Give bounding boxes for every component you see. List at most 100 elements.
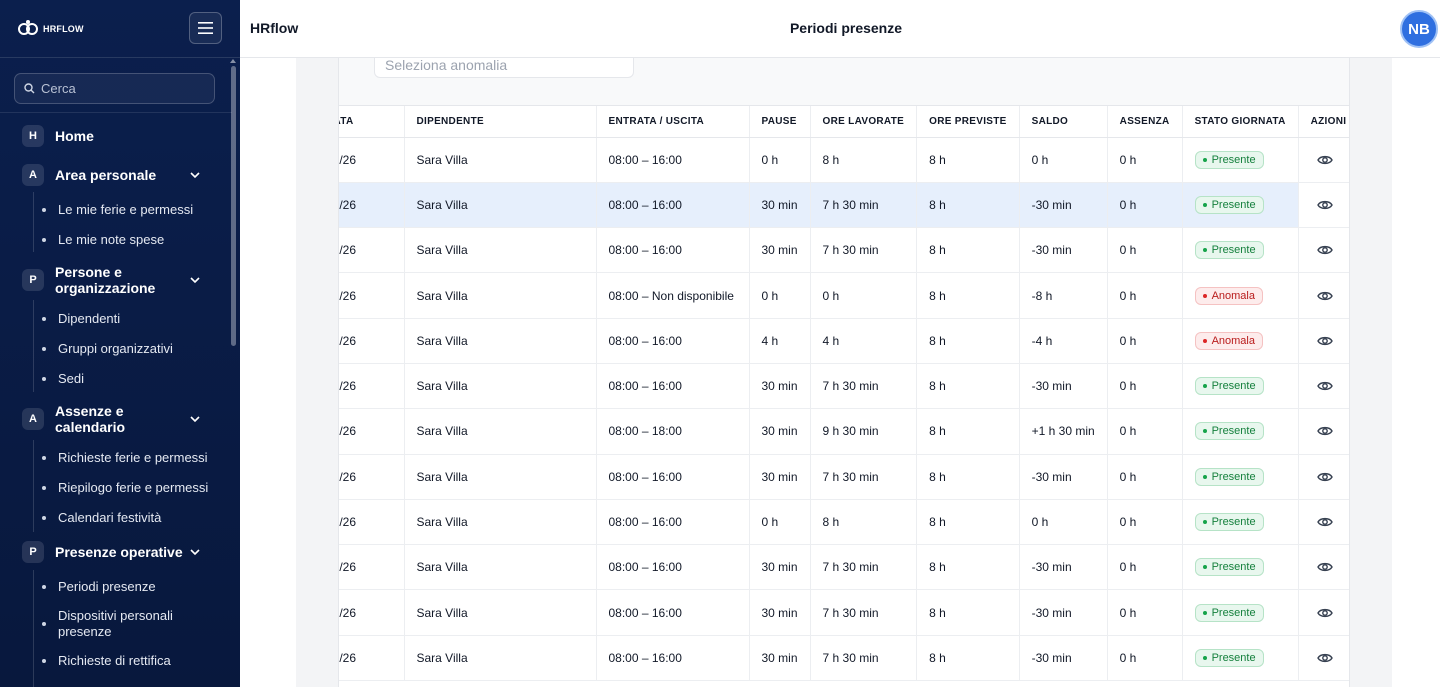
- bullet: [42, 516, 46, 520]
- sub-item-riepilogo-ferie[interactable]: Riepilogo ferie e permessi: [42, 480, 208, 496]
- cell-date: 04/26: [339, 272, 405, 319]
- status-dot: [1202, 384, 1207, 389]
- sub-item-label: Periodi presenze: [58, 579, 156, 594]
- eye-icon[interactable]: [1316, 288, 1333, 304]
- column-header[interactable]: ORE LAVORATE: [810, 106, 918, 138]
- table-row[interactable]: 04/26Sara Villa08:00 – 16:0030 min7 h 30…: [339, 227, 1349, 274]
- sub-item-note-spese[interactable]: Le mie note spese: [42, 232, 164, 248]
- column-header[interactable]: DATA: [339, 106, 405, 138]
- nav-item-home[interactable]: H Home: [22, 125, 94, 147]
- column-header[interactable]: STATO GIORNATA: [1182, 106, 1299, 138]
- sidebar-scrollbar[interactable]: [231, 66, 236, 346]
- eye-icon[interactable]: [1316, 650, 1333, 666]
- table-row[interactable]: 04/26Sara Villa08:00 – Non disponibile0 …: [339, 272, 1349, 319]
- sub-item-sedi[interactable]: Sedi: [42, 371, 84, 387]
- chevron-down-icon[interactable]: [190, 414, 200, 424]
- cell-employee: Sara Villa: [404, 454, 597, 500]
- cell-date: 04/26: [339, 137, 405, 183]
- sub-item-gruppi[interactable]: Gruppi organizzativi: [42, 341, 173, 357]
- table-row[interactable]: 04/26Sara Villa08:00 – 16:000 h8 h8 h0 h…: [339, 499, 1349, 546]
- eye-icon[interactable]: [1316, 514, 1333, 530]
- nav-item-presenze[interactable]: P Presenze operative: [22, 541, 183, 563]
- bullet: [42, 622, 46, 626]
- cell-status: Anomala: [1182, 318, 1299, 364]
- nav-item-area-personale[interactable]: A Area personale: [22, 164, 156, 186]
- eye-icon[interactable]: [1316, 559, 1333, 575]
- eye-icon[interactable]: [1316, 242, 1333, 258]
- cell-balance: -30 min: [1019, 227, 1108, 274]
- logo-text: HRFLOW: [43, 23, 84, 34]
- eye-icon[interactable]: [1316, 197, 1333, 213]
- cell-absence: 0 h: [1107, 635, 1183, 682]
- user-avatar[interactable]: NB: [1400, 10, 1438, 48]
- status-dot: [1202, 565, 1207, 570]
- search-input[interactable]: [41, 81, 201, 96]
- table-row[interactable]: 04/26Sara Villa08:00 – 16:0030 min7 h 30…: [339, 363, 1349, 410]
- column-header[interactable]: PAUSE: [749, 106, 811, 138]
- cell-worked: 8 h: [810, 499, 918, 546]
- eye-icon[interactable]: [1316, 605, 1333, 621]
- column-header[interactable]: SALDO: [1019, 106, 1108, 138]
- table-row[interactable]: 04/26Sara Villa08:00 – 16:000 h8 h8 h0 h…: [339, 137, 1349, 183]
- sub-item-calendari[interactable]: Calendari festività: [42, 510, 161, 526]
- bullet: [42, 486, 46, 490]
- cell-actions: [1298, 499, 1349, 546]
- cell-inout: 08:00 – 16:00: [596, 363, 750, 410]
- sub-item-dispositivi[interactable]: Dispositivi personali presenze: [42, 608, 192, 640]
- eye-icon[interactable]: [1316, 152, 1333, 168]
- eye-icon[interactable]: [1316, 469, 1333, 485]
- menu-toggle-button[interactable]: [189, 12, 222, 44]
- logo[interactable]: HRFLOW: [17, 18, 84, 40]
- sub-item-periodi-presenze[interactable]: Periodi presenze: [42, 579, 156, 595]
- cell-worked: 7 h 30 min: [810, 544, 918, 591]
- chevron-down-icon[interactable]: [190, 547, 200, 557]
- cell-date: 04/26: [339, 363, 405, 410]
- table-row[interactable]: 04/26Sara Villa08:00 – 16:004 h4 h8 h-4 …: [339, 318, 1349, 364]
- cell-status: Presente: [1182, 363, 1299, 410]
- cell-planned: 8 h: [916, 408, 1020, 455]
- cell-inout: 08:00 – 16:00: [596, 589, 750, 636]
- cell-absence: 0 h: [1107, 137, 1183, 183]
- sub-item-mie-ferie[interactable]: Le mie ferie e permessi: [42, 202, 193, 218]
- table-row[interactable]: 04/26Sara Villa08:00 – 16:0030 min7 h 30…: [339, 182, 1349, 229]
- sub-item-rettifica[interactable]: Richieste di rettifica: [42, 653, 171, 669]
- sub-item-dipendenti[interactable]: Dipendenti: [42, 311, 120, 327]
- sub-item-label: Calendari festività: [58, 510, 162, 525]
- scroll-up-arrow[interactable]: [230, 59, 236, 63]
- table-row[interactable]: 04/26Sara Villa08:00 – 18:0030 min9 h 30…: [339, 408, 1349, 455]
- cell-status: Presente: [1182, 137, 1299, 183]
- table-row[interactable]: 04/26Sara Villa08:00 – 16:0030 min7 h 30…: [339, 544, 1349, 591]
- chevron-down-icon[interactable]: [190, 275, 200, 285]
- chevron-down-icon[interactable]: [190, 170, 200, 180]
- cell-status: Presente: [1182, 227, 1299, 274]
- cell-planned: 8 h: [916, 635, 1020, 682]
- cell-balance: -30 min: [1019, 363, 1108, 410]
- column-header[interactable]: ORE PREVISTE: [916, 106, 1020, 138]
- column-header[interactable]: DIPENDENTE: [404, 106, 597, 138]
- cell-pause: 30 min: [749, 182, 811, 229]
- table-row[interactable]: 04/26Sara Villa08:00 – 16:0030 min7 h 30…: [339, 454, 1349, 500]
- status-text: Presente: [1211, 470, 1256, 483]
- eye-icon[interactable]: [1316, 423, 1333, 439]
- column-header[interactable]: AZIONI: [1298, 106, 1349, 138]
- page-title: Periodi presenze: [789, 20, 903, 36]
- status-badge: Anomala: [1194, 286, 1263, 305]
- nav-item-assenze[interactable]: A Assenze e calendario: [22, 403, 155, 435]
- status-badge: Presente: [1194, 558, 1264, 577]
- table-row[interactable]: 04/26Sara Villa08:00 – 16:0030 min7 h 30…: [339, 635, 1349, 682]
- table-row[interactable]: 04/26Sara Villa08:00 – 16:0030 min7 h 30…: [339, 589, 1349, 636]
- bullet: [42, 456, 46, 460]
- column-header[interactable]: ENTRATA / USCITA: [596, 106, 750, 138]
- nav-item-persone[interactable]: P Persone e organizzazione: [22, 264, 165, 296]
- column-header[interactable]: ASSENZA: [1107, 106, 1183, 138]
- cell-absence: 0 h: [1107, 182, 1183, 229]
- sub-item-richieste-ferie[interactable]: Richieste ferie e permessi: [42, 450, 208, 466]
- bullet: [42, 317, 46, 321]
- eye-icon[interactable]: [1316, 378, 1333, 394]
- hamburger-icon: [198, 22, 213, 34]
- status-text: Presente: [1211, 153, 1256, 166]
- eye-icon[interactable]: [1316, 333, 1333, 349]
- anomaly-select[interactable]: Seleziona anomalia: [374, 58, 634, 78]
- cell-employee: Sara Villa: [404, 137, 597, 183]
- status-dot: [1202, 338, 1207, 343]
